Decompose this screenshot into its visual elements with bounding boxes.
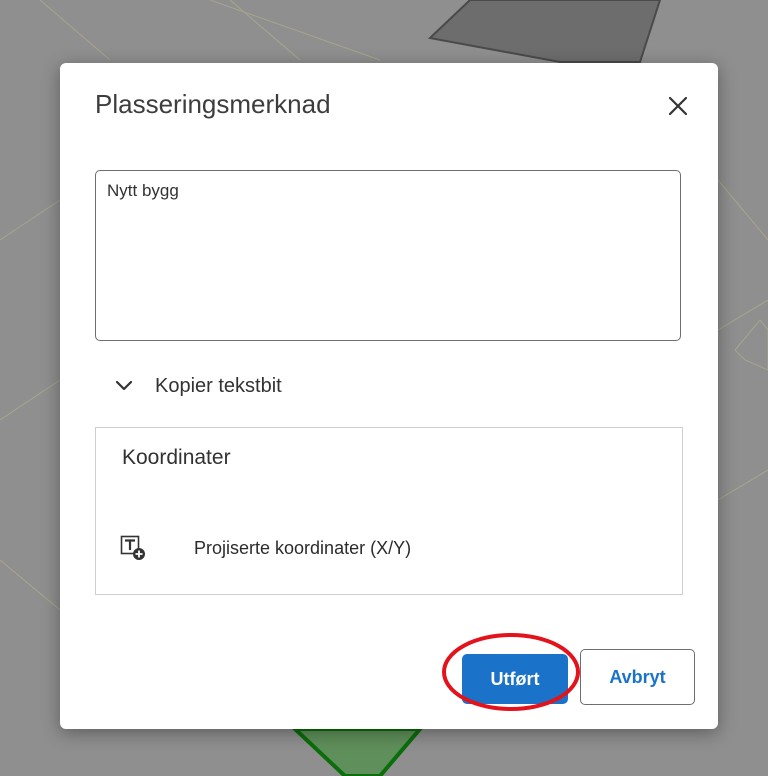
coordinates-panel: Koordinater Projiserte koordinater (X/Y): [95, 427, 683, 595]
location-note-dialog: Plasseringsmerknad Nytt bygg Kopier teks…: [60, 63, 718, 729]
close-button[interactable]: [663, 91, 693, 121]
copy-text-snippet-expander[interactable]: Kopier tekstbit: [115, 369, 282, 403]
close-icon: [668, 96, 688, 116]
note-textarea[interactable]: Nytt bygg: [95, 170, 681, 341]
done-button[interactable]: Utført: [462, 654, 568, 704]
dialog-title: Plasseringsmerknad: [95, 89, 331, 119]
cancel-button[interactable]: Avbryt: [580, 649, 695, 705]
coordinate-item-label: Projiserte koordinater (X/Y): [194, 537, 412, 558]
projected-coordinates-item[interactable]: Projiserte koordinater (X/Y): [120, 528, 660, 568]
chevron-down-icon: [115, 380, 133, 391]
expander-label: Kopier tekstbit: [155, 374, 282, 397]
coordinates-title: Koordinater: [122, 446, 231, 469]
insert-text-icon: [120, 535, 145, 560]
